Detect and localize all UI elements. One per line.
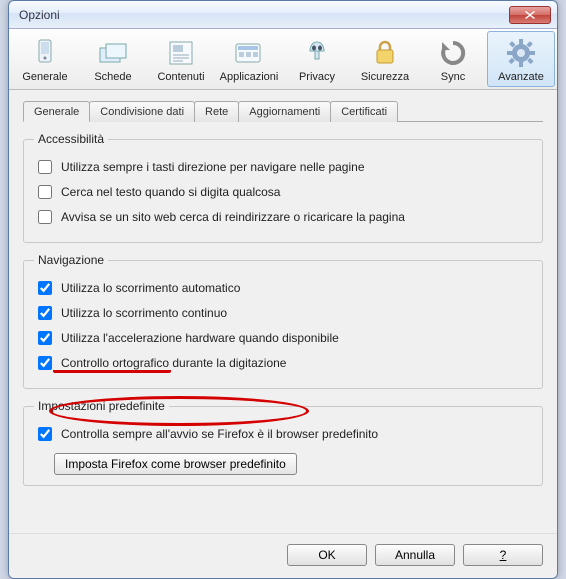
cat-general[interactable]: Generale — [11, 31, 79, 87]
close-icon — [525, 11, 535, 19]
cat-sync[interactable]: Sync — [419, 31, 487, 87]
cat-label: Sicurezza — [361, 71, 409, 83]
chk-cursor-keys[interactable] — [38, 160, 52, 174]
chk-warn-redirect[interactable] — [38, 210, 52, 224]
legend-defaults: Impostazioni predefinite — [34, 399, 169, 413]
content-icon — [165, 37, 197, 69]
lbl-search-typing: Cerca nel testo quando si digita qualcos… — [61, 185, 280, 199]
cat-privacy[interactable]: Privacy — [283, 31, 351, 87]
cat-label: Contenuti — [157, 71, 204, 83]
privacy-icon — [301, 37, 333, 69]
tab-datashare[interactable]: Condivisione dati — [89, 101, 195, 122]
lbl-autoscroll: Utilizza lo scorrimento automatico — [61, 281, 240, 295]
group-navigation: Navigazione Utilizza lo scorrimento auto… — [23, 253, 543, 389]
chk-check-default[interactable] — [38, 427, 52, 441]
gear-icon — [505, 37, 537, 69]
cat-label: Generale — [22, 71, 67, 83]
lbl-hwaccel: Utilizza l'accelerazione hardware quando… — [61, 331, 339, 345]
window-title: Opzioni — [19, 8, 509, 22]
dialog-buttons: OK Annulla ? — [9, 533, 557, 578]
cat-tabs[interactable]: Schede — [79, 31, 147, 87]
group-defaults: Impostazioni predefinite Controlla sempr… — [23, 399, 543, 486]
lock-icon — [369, 37, 401, 69]
tab-network[interactable]: Rete — [194, 101, 239, 122]
category-toolbar: Generale Schede Contenuti Applicazioni P… — [9, 29, 557, 90]
titlebar: Opzioni — [9, 1, 557, 29]
lbl-warn-redirect: Avvisa se un sito web cerca di reindiriz… — [61, 210, 405, 224]
cat-label: Sync — [441, 71, 465, 83]
tab-certs[interactable]: Certificati — [330, 101, 398, 122]
cat-label: Avanzate — [498, 71, 544, 83]
set-default-button[interactable]: Imposta Firefox come browser predefinito — [54, 453, 297, 475]
content-panel: Accessibilità Utilizza sempre i tasti di… — [23, 132, 543, 523]
legend-navigation: Navigazione — [34, 253, 108, 267]
tabs-icon — [97, 37, 129, 69]
chk-smoothscroll[interactable] — [38, 306, 52, 320]
options-window: Opzioni Generale Schede Contenuti — [8, 0, 558, 579]
legend-accessibility: Accessibilità — [34, 132, 108, 146]
chk-hwaccel[interactable] — [38, 331, 52, 345]
tab-general[interactable]: Generale — [23, 101, 90, 122]
apps-icon — [233, 37, 265, 69]
lbl-cursor-keys: Utilizza sempre i tasti direzione per na… — [61, 160, 365, 174]
cat-apps[interactable]: Applicazioni — [215, 31, 283, 87]
help-button[interactable]: ? — [463, 544, 543, 566]
cat-label: Schede — [94, 71, 131, 83]
cancel-button[interactable]: Annulla — [375, 544, 455, 566]
general-icon — [29, 37, 61, 69]
cat-label: Privacy — [299, 71, 335, 83]
close-button[interactable] — [509, 6, 551, 24]
cat-advanced[interactable]: Avanzate — [487, 31, 555, 87]
cat-content[interactable]: Contenuti — [147, 31, 215, 87]
subtab-row: Generale Condivisione dati Rete Aggiorna… — [23, 100, 543, 122]
chk-search-typing[interactable] — [38, 185, 52, 199]
chk-autoscroll[interactable] — [38, 281, 52, 295]
tab-updates[interactable]: Aggiornamenti — [238, 101, 331, 122]
lbl-check-default: Controlla sempre all'avvio se Firefox è … — [61, 427, 378, 441]
chk-spellcheck[interactable] — [38, 356, 52, 370]
ok-button[interactable]: OK — [287, 544, 367, 566]
group-accessibility: Accessibilità Utilizza sempre i tasti di… — [23, 132, 543, 243]
cat-label: Applicazioni — [220, 71, 279, 83]
cat-security[interactable]: Sicurezza — [351, 31, 419, 87]
sync-icon — [437, 37, 469, 69]
lbl-spellcheck: Controllo ortografico durante la digitaz… — [61, 356, 286, 370]
lbl-smoothscroll: Utilizza lo scorrimento continuo — [61, 306, 227, 320]
